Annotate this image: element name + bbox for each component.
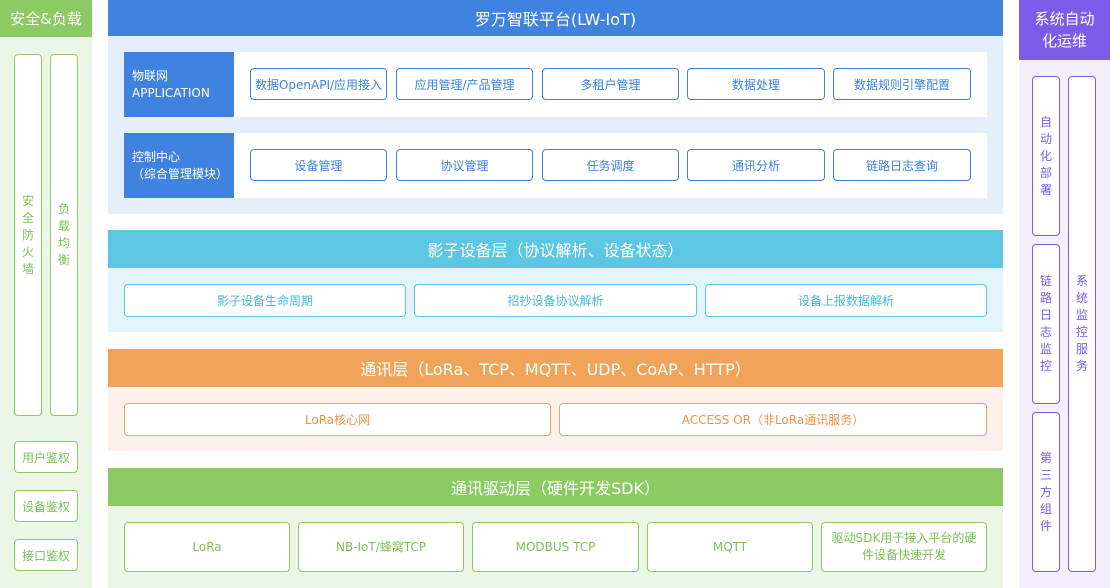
ops-title-line1: 系统自动 bbox=[1034, 10, 1095, 28]
link-log-char: 日 bbox=[1039, 308, 1052, 322]
auto-deploy-char: 署 bbox=[1039, 182, 1052, 197]
load-balance-char: 载 bbox=[57, 219, 70, 233]
rule-engine-button[interactable]: 数据规则引擎配置 bbox=[833, 68, 971, 100]
control-center-label: 控制中心 （综合管理模块） bbox=[124, 133, 234, 198]
iot-app-label-line1: 物联网 bbox=[132, 68, 169, 83]
system-monitor-box[interactable]: 系 统 监 控 服 务 bbox=[1068, 76, 1096, 572]
control-center-label-line2: （综合管理模块） bbox=[132, 166, 229, 181]
multi-tenant-button[interactable]: 多租户管理 bbox=[542, 68, 679, 100]
firewall-char: 全 bbox=[21, 210, 34, 225]
access-or-button[interactable]: ACCESS OR（非LoRa通讯服务） bbox=[559, 403, 987, 436]
load-balance-char: 负 bbox=[57, 202, 70, 216]
link-log-char: 路 bbox=[1039, 291, 1052, 305]
link-log-query-button[interactable]: 链路日志查询 bbox=[833, 149, 971, 181]
load-balance-char: 衡 bbox=[57, 253, 70, 267]
firewall-char: 火 bbox=[21, 244, 34, 259]
monitor-char: 统 bbox=[1075, 291, 1088, 305]
user-auth-button[interactable]: 用户鉴权 bbox=[14, 441, 78, 473]
third-party-char: 三 bbox=[1039, 467, 1052, 482]
third-party-char: 件 bbox=[1039, 518, 1052, 533]
link-log-char: 链 bbox=[1039, 274, 1052, 288]
auto-deploy-char: 化 bbox=[1039, 148, 1052, 163]
shadow-layer-title: 影子设备层（协议解析、设备状态） bbox=[108, 230, 1003, 268]
lora-core-network-button[interactable]: LoRa核心网 bbox=[124, 403, 551, 436]
nbiot-driver-button[interactable]: NB-IoT/蜂窝TCP bbox=[298, 522, 464, 572]
firewall-char: 安 bbox=[21, 193, 34, 208]
third-party-char: 方 bbox=[1039, 484, 1052, 499]
auto-deploy-char: 动 bbox=[1039, 131, 1052, 146]
security-load-title: 安全&负载 bbox=[0, 0, 92, 37]
third-party-box[interactable]: 第 三 方 组 件 bbox=[1032, 412, 1060, 572]
sdk-description-line2: 件设备快速开发 bbox=[861, 548, 946, 562]
openapi-button[interactable]: 数据OpenAPI/应用接入 bbox=[250, 68, 387, 100]
iot-app-label: 物联网 APPLICATION bbox=[124, 52, 234, 117]
lora-driver-button[interactable]: LoRa bbox=[124, 522, 290, 572]
monitor-char: 监 bbox=[1075, 308, 1088, 322]
auto-deploy-char: 自 bbox=[1039, 114, 1052, 129]
iot-app-label-line2: APPLICATION bbox=[132, 85, 210, 100]
sdk-description-line1: 驱动SDK用于接入平台的硬 bbox=[831, 531, 977, 545]
monitor-char: 务 bbox=[1075, 359, 1088, 373]
monitor-char: 控 bbox=[1075, 325, 1088, 339]
control-center-label-line1: 控制中心 bbox=[132, 149, 181, 164]
third-party-char: 第 bbox=[1039, 450, 1052, 465]
protocol-mgmt-button[interactable]: 协议管理 bbox=[396, 149, 533, 181]
device-mgmt-button[interactable]: 设备管理 bbox=[250, 149, 387, 181]
data-processing-button[interactable]: 数据处理 bbox=[687, 68, 825, 100]
sdk-description-button[interactable]: 驱动SDK用于接入平台的硬 件设备快速开发 bbox=[821, 522, 987, 572]
ops-title: 系统自动 化运维 bbox=[1019, 0, 1110, 60]
api-auth-button[interactable]: 接口鉴权 bbox=[14, 539, 78, 571]
monitor-char: 服 bbox=[1075, 342, 1088, 356]
link-log-char: 监 bbox=[1039, 342, 1052, 356]
third-party-char: 组 bbox=[1039, 501, 1052, 516]
ops-title-line2: 化运维 bbox=[1041, 32, 1087, 50]
task-scheduling-button[interactable]: 任务调度 bbox=[542, 149, 679, 181]
shadow-lifecycle-button[interactable]: 影子设备生命周期 bbox=[124, 284, 406, 317]
load-balance-box[interactable]: 负 载 均 衡 bbox=[50, 54, 78, 416]
report-data-parse-button[interactable]: 设备上报数据解析 bbox=[705, 284, 987, 317]
firewall-char: 墙 bbox=[21, 261, 34, 276]
app-product-mgmt-button[interactable]: 应用管理/产品管理 bbox=[396, 68, 533, 100]
link-log-char: 志 bbox=[1039, 325, 1052, 339]
firewall-char: 防 bbox=[21, 227, 34, 242]
link-log-monitor-box[interactable]: 链 路 日 志 监 控 bbox=[1032, 244, 1060, 404]
platform-title: 罗万智联平台(LW-IoT) bbox=[108, 0, 1003, 36]
monitor-char: 系 bbox=[1075, 274, 1088, 288]
load-balance-char: 均 bbox=[57, 236, 70, 250]
mqtt-driver-button[interactable]: MQTT bbox=[647, 522, 813, 572]
firewall-box[interactable]: 安 全 防 火 墙 bbox=[14, 54, 42, 416]
auto-deploy-char: 部 bbox=[1039, 165, 1052, 180]
modbus-driver-button[interactable]: MODBUS TCP bbox=[472, 522, 639, 572]
driver-layer-title: 通讯驱动层（硬件开发SDK） bbox=[108, 468, 1003, 506]
device-auth-button[interactable]: 设备鉴权 bbox=[14, 490, 78, 522]
auto-deploy-box[interactable]: 自 动 化 部 署 bbox=[1032, 76, 1060, 236]
comm-analysis-button[interactable]: 通讯分析 bbox=[687, 149, 825, 181]
meter-reading-protocol-button[interactable]: 招抄设备协议解析 bbox=[414, 284, 697, 317]
link-log-char: 控 bbox=[1039, 359, 1052, 373]
comm-layer-title: 通讯层（LoRa、TCP、MQTT、UDP、CoAP、HTTP） bbox=[108, 349, 1003, 387]
